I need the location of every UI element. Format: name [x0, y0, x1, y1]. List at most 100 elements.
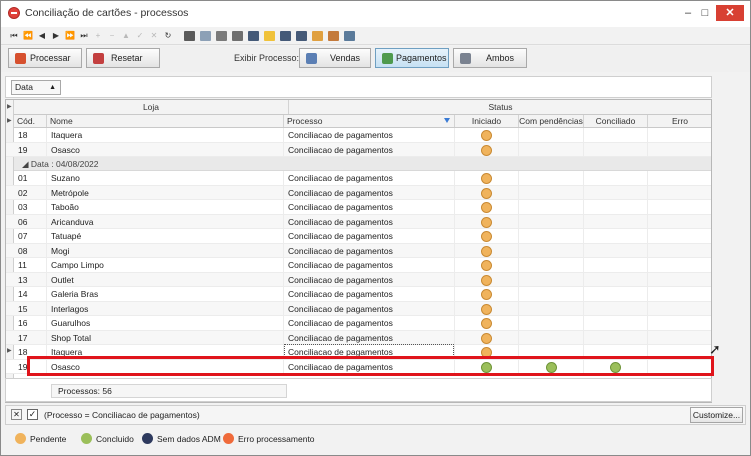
delete-icon[interactable]: − [105, 29, 119, 43]
cell-processo[interactable]: Conciliacao de pagamentos [284, 185, 455, 200]
table-row[interactable]: 08 Mogi Conciliacao de pagamentos [6, 243, 711, 258]
cell-iniciado[interactable] [455, 243, 519, 258]
cell-conciliado[interactable] [584, 243, 648, 258]
cell-com-pendencias[interactable] [519, 200, 584, 214]
cell-cod[interactable]: 08 [14, 243, 47, 258]
cell-nome[interactable]: Campo Limpo [47, 258, 284, 272]
insert-icon[interactable]: + [91, 29, 105, 43]
cell-com-pendencias[interactable] [519, 301, 584, 316]
cell-iniciado[interactable] [455, 301, 519, 316]
last-record-icon[interactable]: ⏭ [77, 29, 91, 43]
cell-nome[interactable]: Galeria Bras [47, 287, 284, 301]
cell-processo[interactable]: Conciliacao de pagamentos [284, 316, 455, 330]
filter-enabled-checkbox[interactable]: ✓ [27, 409, 38, 420]
cell-com-pendencias[interactable] [519, 316, 584, 330]
table-row[interactable]: 15 Interlagos Conciliacao de pagamentos [6, 301, 711, 316]
cell-iniciado[interactable] [455, 214, 519, 229]
table-row[interactable]: 01 Suzano Conciliacao de pagamentos [6, 171, 711, 186]
cell-processo[interactable]: Conciliacao de pagamentos [284, 200, 455, 214]
cell-processo[interactable]: Conciliacao de pagamentos [284, 229, 455, 243]
filter-icon[interactable] [344, 31, 355, 41]
prev-record-icon[interactable]: ◀ [35, 29, 49, 43]
col-processo[interactable]: Processo [284, 115, 455, 127]
ambos-button[interactable]: Ambos [453, 48, 527, 68]
cell-iniciado[interactable] [455, 316, 519, 330]
cell-processo[interactable]: Conciliacao de pagamentos [284, 243, 455, 258]
cell-erro[interactable] [648, 316, 711, 330]
cell-iniciado[interactable] [455, 142, 519, 157]
cell-processo[interactable]: Conciliacao de pagamentos [284, 128, 455, 142]
cell-cod[interactable]: 17 [14, 330, 47, 345]
edit-icon[interactable]: ▲ [119, 29, 133, 43]
group-row-data[interactable]: ◢ Data : 04/08/2022 [14, 157, 711, 171]
cell-conciliado[interactable] [584, 258, 648, 272]
cell-nome[interactable]: Mogi [47, 243, 284, 258]
cell-conciliado[interactable] [584, 128, 648, 142]
cell-erro[interactable] [648, 128, 711, 142]
cell-cod[interactable]: 15 [14, 301, 47, 316]
cell-cod[interactable]: 18 [14, 128, 47, 142]
col-iniciado[interactable]: Iniciado [455, 115, 519, 127]
minimize-button[interactable]: – [681, 5, 695, 21]
report-icon[interactable] [328, 31, 339, 41]
cell-conciliado[interactable] [584, 200, 648, 214]
table-row[interactable]: 16 Guarulhos Conciliacao de pagamentos [6, 316, 711, 331]
cell-erro[interactable] [648, 331, 711, 345]
cell-iniciado[interactable] [455, 229, 519, 243]
folder-icon[interactable] [264, 31, 275, 41]
cell-com-pendencias[interactable] [519, 171, 584, 185]
cell-erro[interactable] [648, 287, 711, 301]
cell-conciliado[interactable] [584, 287, 648, 301]
cell-com-pendencias[interactable] [519, 214, 584, 229]
cell-erro[interactable] [648, 171, 711, 185]
cell-conciliado[interactable] [584, 301, 648, 316]
cell-erro[interactable] [648, 273, 711, 287]
cell-nome[interactable]: Metrópole [47, 185, 284, 200]
cell-nome[interactable]: Itaquera [47, 128, 284, 142]
clear-filter-button[interactable]: ✕ [11, 409, 22, 420]
post-icon[interactable]: ✓ [133, 29, 147, 43]
cell-cod[interactable]: 19 [14, 142, 47, 157]
cell-cod[interactable]: 07 [14, 229, 47, 243]
refresh-icon[interactable]: ↻ [161, 29, 175, 43]
cell-erro[interactable] [648, 244, 711, 258]
table-row[interactable]: 17 Shop Total Conciliacao de pagamentos [6, 330, 711, 345]
cell-cod[interactable]: 14 [14, 287, 47, 301]
process-button[interactable]: Processar [8, 48, 82, 68]
cell-processo[interactable]: Conciliacao de pagamentos [284, 142, 455, 157]
cell-conciliado[interactable] [584, 171, 648, 185]
cell-erro[interactable] [648, 143, 711, 157]
cell-erro[interactable] [648, 200, 711, 214]
cell-cod[interactable]: 11 [14, 258, 47, 272]
cell-erro[interactable] [648, 229, 711, 243]
grid-layout-icon[interactable] [312, 31, 323, 41]
table-row[interactable]: 13 Outlet Conciliacao de pagamentos [6, 272, 711, 287]
cell-iniciado[interactable] [455, 287, 519, 301]
cell-conciliado[interactable] [584, 214, 648, 229]
table-row[interactable]: 11 Campo Limpo Conciliacao de pagamentos [6, 258, 711, 273]
cell-iniciado[interactable] [455, 128, 519, 142]
band-status[interactable]: Status [289, 100, 711, 114]
cell-cod[interactable]: 06 [14, 214, 47, 229]
col-conciliado[interactable]: Conciliado [584, 115, 648, 127]
cell-conciliado[interactable] [584, 316, 648, 330]
column-filter-icon[interactable] [444, 118, 450, 123]
cell-conciliado[interactable] [584, 185, 648, 200]
cell-erro[interactable] [648, 258, 711, 272]
vendas-button[interactable]: Vendas [299, 48, 371, 68]
cell-processo[interactable]: Conciliacao de pagamentos [284, 272, 455, 287]
cell-processo[interactable]: Conciliacao de pagamentos [284, 214, 455, 229]
filter-expression[interactable]: (Processo = Conciliacao de pagamentos) [44, 410, 200, 420]
cell-com-pendencias[interactable] [519, 128, 584, 142]
band-loja[interactable]: Loja [14, 100, 289, 114]
zoom-in-icon[interactable] [280, 31, 291, 41]
cell-conciliado[interactable] [584, 330, 648, 345]
cell-nome[interactable]: Suzano [47, 171, 284, 185]
cell-conciliado[interactable] [584, 272, 648, 287]
col-cod[interactable]: Cód. [14, 115, 47, 127]
maximize-button[interactable]: □ [698, 5, 712, 21]
close-button[interactable]: ✕ [716, 5, 744, 21]
col-nome[interactable]: Nome [47, 115, 284, 127]
customize-button[interactable]: Customize... [690, 407, 743, 423]
cancel-icon[interactable]: ✕ [147, 29, 161, 43]
